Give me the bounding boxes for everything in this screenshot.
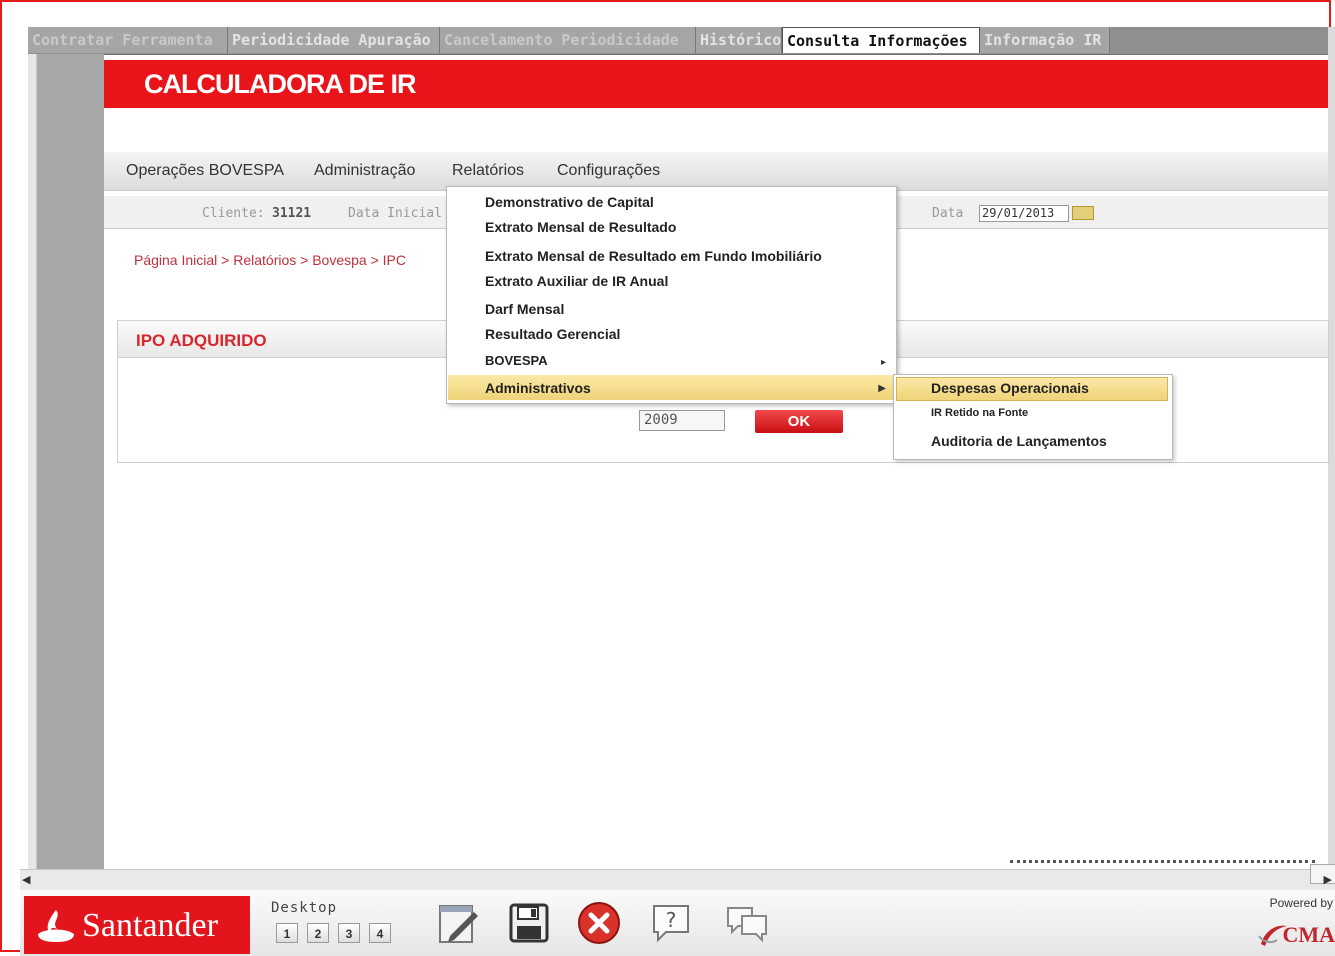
menu-relatorios[interactable]: Relatórios [452,162,524,180]
scroll-left-icon[interactable]: ◀ [22,873,30,886]
dotted-divider [1010,860,1315,867]
window-frame [0,0,1331,952]
desktop-button-2[interactable]: 2 [307,923,329,943]
menu-configuracoes[interactable]: Configurações [557,162,660,180]
panel-title: IPO ADQUIRIDO [136,331,267,350]
submenu-arrow-icon: ▶ [878,383,886,394]
menu-item-resultado-gerencial[interactable]: Resultado Gerencial [485,326,620,342]
submenu-arrow-icon: ▸ [880,357,886,368]
tab-informacao-ir[interactable]: Informação IR [980,27,1110,53]
relatorios-dropdown: Demonstrativo de Capital Extrato Mensal … [446,186,897,404]
tab-periodicidade-apuracao[interactable]: Periodicidade Apuração [228,27,440,53]
calendar-icon[interactable] [1072,206,1094,220]
tab-cancelamento-periodicidade[interactable]: Cancelamento Periodicidade [440,27,696,53]
app-banner: CALCULADORA DE IR [104,60,1328,108]
app-title: CALCULADORA DE IR [144,69,416,99]
help-icon[interactable]: ? [648,900,694,946]
data-label: Data [932,206,964,221]
brand-name: Santander [82,907,218,944]
tab-consulta-informacoes[interactable]: Consulta Informações [782,27,980,53]
powered-by-label: Powered by [1269,896,1333,910]
menu-item-extrato-auxiliar-ir[interactable]: Extrato Auxiliar de IR Anual [485,273,668,289]
chat-icon[interactable] [724,900,770,946]
horizontal-scrollbar[interactable]: ◀ ▶ [20,864,1335,891]
cliente-value: 31121 [272,206,312,221]
svg-text:?: ? [666,908,677,932]
tab-bar: Contratar Ferramenta Periodicidade Apura… [28,27,1335,55]
menu-item-administrativos[interactable]: Administrativos [485,380,591,396]
menu-item-darf-mensal[interactable]: Darf Mensal [485,301,564,317]
data-inicial-label: Data Inicial [348,206,442,221]
scroll-right-icon[interactable]: ▶ [1324,873,1332,886]
menu-item-demonstrativo-capital[interactable]: Demonstrativo de Capital [485,194,654,210]
breadcrumb[interactable]: Página Inicial > Relatórios > Bovespa > … [134,252,406,268]
ok-button[interactable]: OK [755,410,843,433]
menu-item-extrato-fundo-imobiliario[interactable]: Extrato Mensal de Resultado em Fundo Imo… [485,248,822,264]
cliente-label: Cliente: [202,206,265,221]
santander-logo: Santander [24,896,250,954]
submenu-item-auditoria-lancamentos[interactable]: Auditoria de Lançamentos [931,433,1107,449]
desktop-button-4[interactable]: 4 [369,923,391,943]
flame-icon [38,910,74,942]
menu-item-extrato-mensal[interactable]: Extrato Mensal de Resultado [485,219,676,235]
left-rail [28,54,37,872]
bottom-toolbar: Santander Desktop 1 2 3 4 ? Powered by C… [20,890,1335,956]
date-field[interactable]: 29/01/2013 [979,205,1069,222]
tab-historico[interactable]: Histórico [696,27,782,53]
desktop-button-1[interactable]: 1 [276,923,298,943]
cma-logo: CMA [1282,922,1335,947]
close-icon[interactable] [576,900,622,946]
administrativos-submenu: Despesas Operacionais IR Retido na Fonte… [893,374,1173,460]
submenu-item-ir-retido-fonte[interactable]: IR Retido na Fonte [931,407,1028,419]
edit-icon[interactable] [436,900,482,946]
submenu-item-despesas-operacionais[interactable]: Despesas Operacionais [931,380,1089,396]
right-edge [1328,27,1335,871]
menu-administracao[interactable]: Administração [314,162,415,180]
side-panel [37,54,104,872]
menu-item-bovespa[interactable]: BOVESPA [485,353,548,368]
menu-operacoes-bovespa[interactable]: Operações BOVESPA [126,162,284,180]
desktop-label: Desktop [271,900,338,916]
desktop-button-3[interactable]: 3 [338,923,360,943]
tab-contratar-ferramenta[interactable]: Contratar Ferramenta [28,27,228,53]
year-field[interactable]: 2009 [639,410,725,431]
save-icon[interactable] [506,900,552,946]
